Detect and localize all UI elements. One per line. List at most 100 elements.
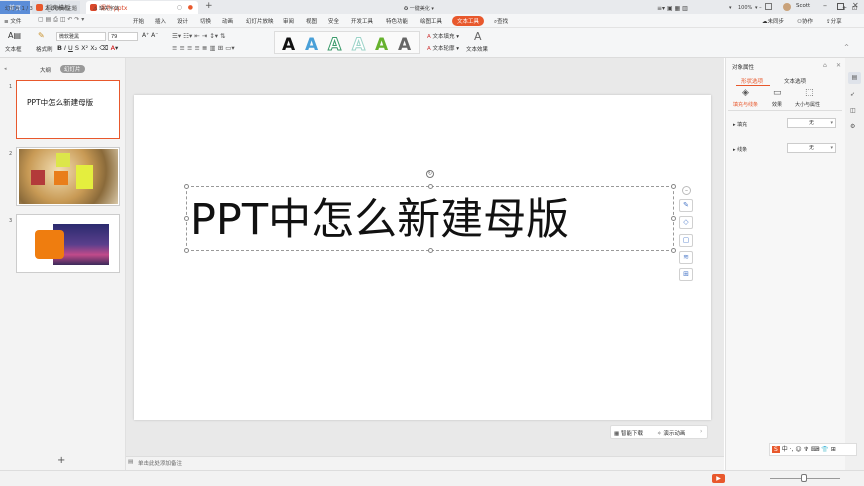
menu-item-design[interactable]: 设计	[177, 17, 188, 25]
beautify-button[interactable]: ✪ 一键美化 ▾	[404, 5, 434, 12]
menu-item-review[interactable]: 审阅	[283, 17, 294, 25]
wordart-style-6[interactable]: A	[398, 35, 411, 55]
align-text-icon[interactable]: ⊞	[679, 268, 693, 281]
resize-handle[interactable]	[671, 248, 676, 253]
format-brush-icon[interactable]: ✎	[38, 31, 45, 40]
list-icons[interactable]: ☰▾ ☷▾ ⇤ ⇥ ↕▾ ⇅	[172, 32, 226, 40]
quick-access-icons[interactable]: ▢ ▤ ⎙ ◫ ↶ ↷ ▾	[38, 16, 84, 24]
play-dropdown-icon[interactable]: ▾	[729, 5, 732, 11]
avatar[interactable]	[783, 3, 791, 11]
resize-handle[interactable]	[671, 216, 676, 221]
collapse-panel-icon[interactable]: ◂	[4, 66, 7, 72]
zoom-in-icon[interactable]: +	[842, 5, 847, 12]
zoom-out-icon[interactable]: ▾ –	[755, 5, 762, 11]
settings-icon[interactable]: ⚙	[850, 123, 855, 130]
fill-section-toggle[interactable]: ▸ 填充	[733, 121, 747, 128]
menu-item-start[interactable]: 开始	[133, 17, 144, 25]
chevron-right-icon[interactable]: ›	[700, 428, 702, 435]
tab-slides[interactable]: 幻灯片	[60, 65, 85, 73]
rotate-handle-icon[interactable]: ↻	[426, 170, 434, 178]
layout-icon[interactable]	[765, 3, 772, 10]
share-button[interactable]: ⇪分享	[826, 17, 842, 25]
menu-item-slideshow[interactable]: 幻灯片放映	[246, 17, 274, 25]
notes-area[interactable]	[126, 456, 724, 470]
size-icon[interactable]: ⬚	[805, 88, 814, 98]
wordart-style-2[interactable]: A	[305, 35, 318, 55]
sync-status[interactable]: ☁未同步	[762, 17, 784, 25]
pin-icon[interactable]: ○	[177, 4, 182, 11]
grow-shrink-font-icons[interactable]: A⁺ A⁻	[142, 32, 158, 39]
menu-item-features[interactable]: 特色功能	[386, 17, 408, 25]
slide-thumbnail-2[interactable]	[16, 147, 120, 206]
minimize-icon[interactable]: –	[823, 1, 827, 10]
properties-icon[interactable]: ▤	[848, 72, 861, 84]
crop-icon[interactable]: ▢	[679, 234, 693, 247]
fit-window-icon[interactable]: ⊡	[852, 5, 857, 12]
search-button[interactable]: ⌕查找	[494, 17, 508, 26]
new-tab-icon[interactable]: +	[205, 1, 213, 11]
view-icons[interactable]: ≡▾ ▣ ▦ ▥	[657, 5, 688, 12]
resize-handle[interactable]	[184, 248, 189, 253]
collapse-toolbar-icon[interactable]: –	[682, 186, 691, 195]
line-select[interactable]: 无 ▾	[787, 143, 836, 153]
wordart-style-5[interactable]: A	[375, 35, 388, 55]
format-brush-button[interactable]: 格式刷	[36, 45, 53, 53]
menu-item-animation[interactable]: 动画	[222, 17, 233, 25]
tab-close-icon[interactable]: ●	[188, 4, 193, 11]
ime-toolbar[interactable]: S 中 ·, ☺ ♆ ⌨ 👕 ⊞	[769, 443, 857, 456]
shapes-icon[interactable]: ◫	[850, 107, 856, 114]
resize-handle[interactable]	[428, 248, 433, 253]
pin-panel-icon[interactable]: ⌂	[823, 62, 827, 69]
template-download-button[interactable]: ▦ 智能下载	[614, 429, 643, 437]
text-effect-icon[interactable]: A	[474, 30, 482, 43]
menu-item-drawing-tools[interactable]: 绘图工具	[420, 17, 442, 25]
collapse-ribbon-icon[interactable]: ^	[844, 44, 849, 51]
slide-thumbnail-3[interactable]	[16, 214, 120, 273]
slide-thumbnail-1[interactable]: PPT中怎么新建母版	[16, 80, 120, 139]
collab-button[interactable]: ⚇协作	[797, 17, 813, 25]
align-icons[interactable]: ≡ ≡ ≡ ≡ ≣ ▥ ⊞ ▭▾	[172, 44, 235, 52]
wordart-style-3[interactable]: A	[327, 35, 341, 56]
subtab-fill-line[interactable]: 填充与线条	[733, 101, 758, 108]
menu-item-security[interactable]: 安全	[328, 17, 339, 25]
animation-button[interactable]: ✧ 演示动画	[657, 429, 685, 437]
effect-icon[interactable]: ▭	[773, 88, 782, 98]
menu-item-insert[interactable]: 插入	[155, 17, 166, 25]
text-outline-button[interactable]: A 文本轮廓 ▾	[427, 44, 459, 52]
zoom-level[interactable]: 100%	[738, 5, 752, 11]
cursor-icon[interactable]: ➶	[850, 91, 855, 98]
line-section-toggle[interactable]: ▸ 线条	[733, 146, 747, 153]
tab-shape-options[interactable]: 形状选项	[741, 77, 763, 85]
text-wrap-icon[interactable]: ≋	[679, 251, 693, 264]
slide-title[interactable]: PPT中怎么新建母版	[190, 185, 569, 247]
missing-fonts-button[interactable]: ⚠ 缺失字体	[93, 5, 119, 12]
menu-item-view[interactable]: 视图	[306, 17, 317, 25]
menu-file[interactable]: ≡ 文件	[4, 17, 21, 25]
resize-handle[interactable]	[184, 184, 189, 189]
text-effect-button[interactable]: 文本效果	[466, 45, 488, 53]
menu-item-text-tools[interactable]: 文本工具	[452, 16, 485, 26]
close-panel-icon[interactable]: ✕	[836, 62, 841, 69]
fill-bucket-icon[interactable]: ◈	[742, 88, 749, 98]
user-name[interactable]: Scott	[796, 3, 810, 9]
wordart-style-4[interactable]: A	[351, 35, 365, 56]
tab-outline[interactable]: 大纲	[40, 66, 51, 74]
subtab-size[interactable]: 大小与属性	[795, 101, 820, 108]
menu-item-transition[interactable]: 切换	[200, 17, 211, 25]
tab-text-options[interactable]: 文本选项	[784, 77, 806, 85]
wordart-style-1[interactable]: A	[282, 35, 295, 55]
textbox-button[interactable]: 文本框	[5, 45, 22, 53]
zoom-slider-thumb[interactable]	[801, 474, 807, 482]
notes-placeholder[interactable]: 单击此处添加备注	[138, 459, 182, 467]
subtab-effect[interactable]: 效果	[772, 101, 782, 108]
menu-item-devtools[interactable]: 开发工具	[351, 17, 373, 25]
resize-handle[interactable]	[428, 184, 433, 189]
text-fill-button[interactable]: A 文本填充 ▾	[427, 32, 459, 40]
resize-handle[interactable]	[671, 184, 676, 189]
edit-pen-icon[interactable]: ✎	[679, 199, 693, 212]
font-style-icons[interactable]: B I U S X² X₂ ⌫ A▾	[57, 44, 118, 52]
font-size-select[interactable]: 79	[108, 32, 138, 41]
shape-fill-icon[interactable]: ◇	[679, 216, 693, 229]
textbox-icon[interactable]: A▤	[8, 31, 21, 40]
resize-handle[interactable]	[184, 216, 189, 221]
